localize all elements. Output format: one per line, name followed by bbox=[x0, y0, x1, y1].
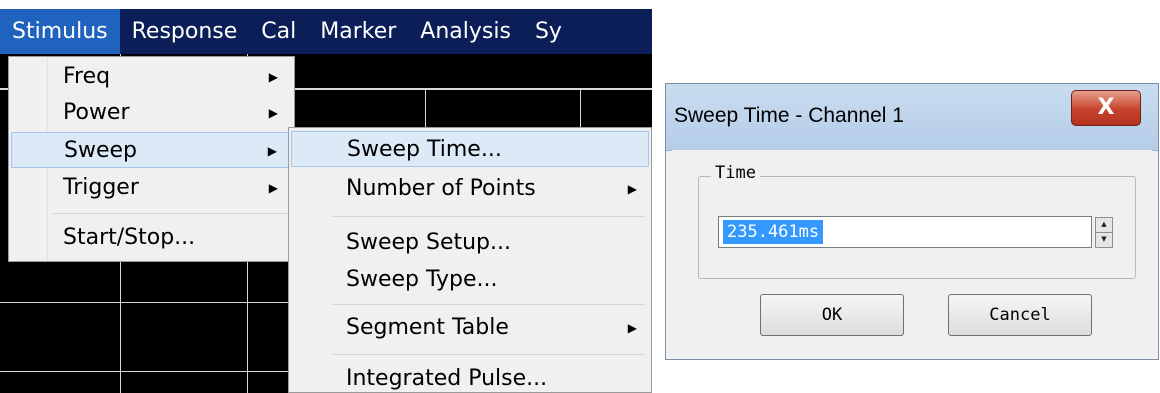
grid-line bbox=[580, 88, 581, 128]
grid-line bbox=[425, 88, 426, 128]
menu-separator bbox=[333, 216, 645, 217]
menu-item-label: Segment Table bbox=[346, 315, 509, 340]
ok-button[interactable]: OK bbox=[760, 294, 904, 336]
menu-item-label: Sweep Time... bbox=[347, 137, 502, 162]
menu-item-start-stop[interactable]: Start/Stop... bbox=[11, 220, 292, 256]
chevron-right-icon: ▶ bbox=[268, 181, 278, 195]
menu-separator bbox=[333, 354, 645, 355]
menu-stimulus[interactable]: Stimulus bbox=[0, 9, 120, 54]
menu-item-label: Freq bbox=[63, 64, 111, 89]
chevron-right-icon: ▶ bbox=[627, 321, 637, 335]
menu-item-integrated-pulse[interactable]: Integrated Pulse... bbox=[291, 361, 649, 393]
menu-item-sweep[interactable]: Sweep ▶ bbox=[11, 132, 292, 168]
menu-item-freq[interactable]: Freq ▶ bbox=[11, 59, 292, 95]
close-button[interactable]: X bbox=[1071, 90, 1141, 126]
menu-item-sweep-time[interactable]: Sweep Time... bbox=[291, 131, 649, 167]
menu-item-label: Start/Stop... bbox=[63, 225, 196, 250]
menu-cal[interactable]: Cal bbox=[249, 9, 308, 54]
menu-item-label: Sweep bbox=[64, 138, 137, 163]
menu-item-label: Number of Points bbox=[346, 176, 536, 201]
menu-item-sweep-setup[interactable]: Sweep Setup... bbox=[291, 225, 649, 261]
spin-down-icon[interactable]: ▼ bbox=[1095, 232, 1113, 248]
menu-separator bbox=[333, 304, 645, 305]
chevron-right-icon: ▶ bbox=[268, 70, 278, 84]
menu-item-label: Trigger bbox=[63, 175, 139, 200]
menu-bar: Stimulus Response Cal Marker Analysis Sy bbox=[0, 9, 652, 54]
menu-system[interactable]: Sy bbox=[523, 9, 574, 54]
stimulus-menu: Freq ▶ Power ▶ Sweep ▶ Trigger ▶ Start/S… bbox=[8, 56, 295, 262]
analyzer-window: Stimulus Response Cal Marker Analysis Sy… bbox=[0, 0, 652, 393]
menu-separator bbox=[53, 213, 288, 214]
menu-item-trigger[interactable]: Trigger ▶ bbox=[11, 170, 292, 206]
menu-item-label: Power bbox=[63, 100, 130, 125]
menu-item-label: Sweep Type... bbox=[346, 267, 498, 292]
menu-item-label: Sweep Setup... bbox=[346, 230, 511, 255]
cancel-button[interactable]: Cancel bbox=[948, 294, 1092, 336]
menu-item-label: Integrated Pulse... bbox=[346, 366, 548, 391]
dialog-title: Sweep Time - Channel 1 bbox=[674, 104, 904, 127]
menu-analysis[interactable]: Analysis bbox=[408, 9, 523, 54]
time-value: 235.461ms bbox=[723, 220, 824, 244]
chevron-right-icon: ▶ bbox=[627, 182, 637, 196]
menu-response[interactable]: Response bbox=[120, 9, 250, 54]
menu-item-power[interactable]: Power ▶ bbox=[11, 95, 292, 131]
sweep-time-dialog: Sweep Time - Channel 1 X Time 235.461ms … bbox=[665, 83, 1159, 360]
menu-item-sweep-type[interactable]: Sweep Type... bbox=[291, 262, 649, 298]
group-label: Time bbox=[711, 163, 760, 183]
time-input[interactable]: 235.461ms bbox=[718, 216, 1092, 248]
menu-item-segment-table[interactable]: Segment Table ▶ bbox=[291, 310, 649, 346]
dialog-titlebar[interactable]: Sweep Time - Channel 1 X bbox=[666, 84, 1158, 151]
spin-up-icon[interactable]: ▲ bbox=[1095, 217, 1113, 233]
menu-marker[interactable]: Marker bbox=[308, 9, 408, 54]
menu-item-number-of-points[interactable]: Number of Points ▶ bbox=[291, 171, 649, 207]
dialog-body: Time 235.461ms ▲ ▼ OK Cancel bbox=[672, 150, 1152, 353]
time-groupbox: Time 235.461ms ▲ ▼ bbox=[698, 163, 1136, 279]
time-spinner[interactable]: ▲ ▼ bbox=[1095, 216, 1113, 248]
sweep-submenu: Sweep Time... Number of Points ▶ Sweep S… bbox=[288, 127, 652, 393]
chevron-right-icon: ▶ bbox=[267, 144, 277, 158]
chevron-right-icon: ▶ bbox=[268, 106, 278, 120]
close-icon: X bbox=[1097, 95, 1115, 120]
